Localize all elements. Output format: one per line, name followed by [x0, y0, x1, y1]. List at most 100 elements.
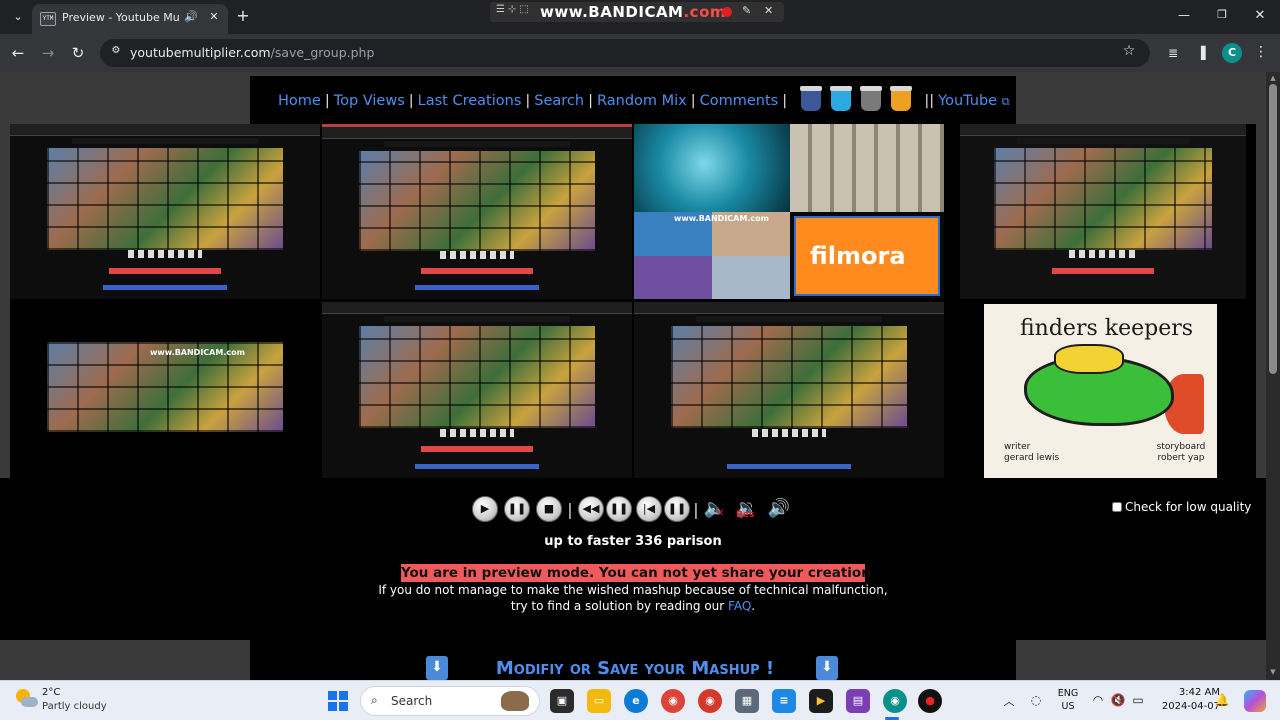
- cloud-shape: [21, 697, 38, 707]
- screenshot-video-grid: [671, 326, 907, 429]
- clipchamp-icon[interactable]: ▤: [846, 689, 870, 713]
- clock-time[interactable]: 3:42 AM: [1160, 687, 1220, 701]
- video-thumbnail-1[interactable]: [10, 124, 320, 299]
- nav-search-link[interactable]: Search: [534, 93, 584, 109]
- rss-share-icon[interactable]: [889, 86, 912, 111]
- bandicam-taskbar-icon[interactable]: ●: [918, 689, 942, 713]
- pause-icon[interactable]: ❚❚: [504, 496, 530, 522]
- video-thumbnail-5[interactable]: www.BANDICAM.com: [10, 302, 320, 478]
- site-info-icon[interactable]: ⚙: [108, 45, 124, 61]
- start-button[interactable]: [328, 691, 348, 711]
- nav-top-views-link[interactable]: Top Views: [334, 93, 405, 109]
- faq-link[interactable]: FAQ: [728, 599, 751, 613]
- skip-back-icon[interactable]: |◀: [636, 496, 662, 522]
- page-scrollbar[interactable]: ▲ ▼: [1266, 72, 1280, 680]
- twitter-share-icon[interactable]: [829, 86, 852, 111]
- volume-up-icon[interactable]: 🔊: [766, 498, 792, 522]
- pause-alt-icon[interactable]: ❚❚: [664, 496, 690, 522]
- nav-home-link[interactable]: Home: [278, 93, 321, 109]
- finders-keepers-thumbnail[interactable]: finders keepers writer gerard lewis story…: [984, 304, 1217, 478]
- url-text[interactable]: youtubemultiplier.com/save_group.php: [130, 45, 730, 61]
- video-thumbnail-7[interactable]: [634, 302, 944, 478]
- weather-temperature[interactable]: 2°C: [42, 687, 102, 701]
- scroll-thumb[interactable]: [1269, 84, 1277, 374]
- finders-keepers-title: finders keepers: [1020, 316, 1194, 341]
- chrome-icon[interactable]: ◉: [661, 689, 685, 713]
- tab-audio-icon[interactable]: 🔊: [184, 10, 198, 26]
- chrome-active-icon[interactable]: ◉: [883, 689, 907, 713]
- facebook-share-icon[interactable]: [799, 86, 822, 111]
- nav-random-mix-link[interactable]: Random Mix: [597, 93, 687, 109]
- window-restore-button[interactable]: ❐: [1212, 8, 1232, 26]
- scroll-up-icon[interactable]: ▲: [1268, 74, 1278, 82]
- partly-cloudy-icon[interactable]: [16, 689, 38, 709]
- forward-arrow-icon[interactable]: →: [38, 43, 58, 63]
- video-thumbnail-6[interactable]: [322, 302, 632, 478]
- address-bar[interactable]: ⚙ youtubemultiplier.com/save_group.php ☆: [100, 39, 1150, 67]
- pen-icon[interactable]: ✎: [742, 4, 756, 20]
- stop-icon[interactable]: ■: [536, 496, 562, 522]
- notification-bell-icon[interactable]: 🔔: [1214, 693, 1230, 709]
- chrome-profile-icon[interactable]: ◉: [698, 689, 722, 713]
- window-minimize-button[interactable]: —: [1174, 8, 1194, 26]
- wifi-icon[interactable]: ◠: [1090, 693, 1106, 709]
- screenshot-controls: [127, 250, 203, 258]
- pause-all-icon[interactable]: ❚❚: [606, 496, 632, 522]
- tab-close-icon[interactable]: ✕: [206, 10, 222, 26]
- plane-wing: [1054, 344, 1124, 374]
- down-arrow-icon: ⬇: [816, 656, 838, 680]
- weather-condition[interactable]: Partly cloudy: [42, 701, 122, 715]
- reload-icon[interactable]: ↻: [68, 43, 88, 63]
- browser-tab-active[interactable]: YTM Preview - Youtube Multiplier 🔊 ✕: [32, 4, 228, 34]
- bandicam-tool-icons[interactable]: ☰⊹⬚: [496, 4, 546, 20]
- screenshot-video-grid: [47, 148, 283, 250]
- scroll-down-icon[interactable]: ▼: [1268, 668, 1278, 676]
- new-tab-button[interactable]: +: [234, 7, 252, 27]
- screenshot-chrome: [322, 127, 632, 139]
- screenshot-video-grid: [359, 151, 595, 251]
- nav-last-creations-link[interactable]: Last Creations: [418, 93, 522, 109]
- collage-frame: [634, 256, 712, 299]
- nav-separator: |: [408, 93, 414, 109]
- profile-avatar[interactable]: C: [1222, 43, 1242, 63]
- copilot-icon[interactable]: [1244, 690, 1266, 712]
- calculator-icon[interactable]: ▦: [735, 689, 759, 713]
- browser-menu-icon[interactable]: ⋮: [1254, 44, 1268, 62]
- capcut-icon[interactable]: ▶: [809, 689, 833, 713]
- youtube-link[interactable]: YouTube: [938, 93, 997, 109]
- reading-list-icon[interactable]: ≣: [1164, 46, 1182, 62]
- video-thumbnail-3[interactable]: www.BANDICAM.com filmora: [634, 124, 944, 299]
- battery-icon[interactable]: ▭: [1130, 693, 1146, 709]
- mute-x-mark-icon: ✕: [716, 508, 725, 519]
- video-thumbnail-4[interactable]: [960, 124, 1246, 299]
- task-view-icon[interactable]: ▣: [550, 689, 574, 713]
- low-quality-toggle[interactable]: Check for low quality: [1112, 500, 1262, 518]
- google-share-icon[interactable]: [859, 86, 882, 111]
- file-explorer-icon[interactable]: ▭: [587, 689, 611, 713]
- side-panel-icon[interactable]: ▐: [1192, 46, 1210, 62]
- bookmark-star-icon[interactable]: ☆: [1120, 43, 1138, 61]
- notepad-icon[interactable]: ≡: [772, 689, 796, 713]
- tray-overflow-icon[interactable]: ︿: [1002, 693, 1016, 708]
- nav-comments-link[interactable]: Comments: [700, 93, 779, 109]
- taskbar-search-box[interactable]: ⌕ Search: [360, 686, 540, 716]
- close-icon[interactable]: ✕: [764, 4, 778, 20]
- language-indicator[interactable]: ENG US: [1056, 687, 1080, 715]
- filmora-logo: filmora: [810, 242, 906, 270]
- collage-frame: [712, 256, 790, 299]
- site-nav-links: Home | Top Views | Last Creations | Search | Ran…: [278, 86, 1010, 111]
- modify-save-link[interactable]: Modifiy or Save your Mashup !: [430, 658, 840, 680]
- low-quality-checkbox[interactable]: [1112, 502, 1122, 512]
- tab-search-chevron-icon[interactable]: ⌄: [8, 7, 28, 27]
- start-tile: [339, 702, 348, 711]
- speaker-muted-icon[interactable]: 🔇: [1110, 693, 1126, 709]
- back-arrow-icon[interactable]: ←: [8, 43, 28, 63]
- play-icon[interactable]: ▶: [472, 496, 498, 522]
- page-viewport: Home | Top Views | Last Creations | Search | Ran…: [0, 72, 1266, 680]
- clock-date[interactable]: 2024-04-07: [1150, 701, 1220, 715]
- meet-now-icon[interactable]: ◌: [1028, 693, 1044, 709]
- rewind-icon[interactable]: ◀◀: [578, 496, 604, 522]
- window-close-button[interactable]: ✕: [1250, 8, 1270, 26]
- edge-browser-icon[interactable]: e: [624, 689, 648, 713]
- video-thumbnail-2[interactable]: [322, 124, 632, 299]
